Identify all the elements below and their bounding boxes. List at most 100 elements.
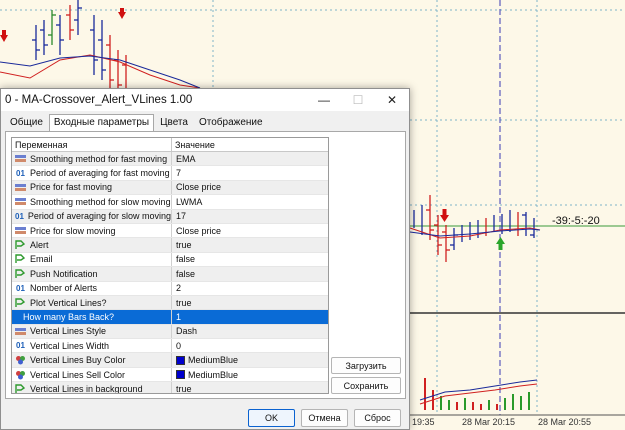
column-header-variable: Переменная	[12, 138, 172, 151]
parameter-row[interactable]: Price for slow moving Close price	[12, 223, 328, 239]
parameter-row[interactable]: Vertical Lines Sell Color MediumBlue	[12, 367, 328, 383]
enum-icon	[15, 326, 26, 336]
time-label: 28 Mar 20:15	[462, 417, 515, 427]
tab-general[interactable]: Общие	[5, 114, 48, 132]
parameter-row[interactable]: Smoothing method for slow moving LWMA	[12, 195, 328, 210]
parameter-row[interactable]: 01 Period of averaging for fast moving 7	[12, 166, 328, 181]
parameter-name: Price for slow moving	[30, 225, 116, 236]
parameter-value: Close price	[176, 225, 222, 236]
boolean-icon	[15, 384, 26, 393]
parameter-name: Smoothing method for fast moving	[30, 153, 168, 164]
parameter-name-cell: Email	[12, 252, 172, 267]
color-swatch	[176, 355, 185, 365]
parameter-name: Smoothing method for slow moving	[30, 196, 171, 207]
parameter-name-cell: Smoothing method for fast moving	[12, 152, 172, 166]
close-icon[interactable]: ✕	[375, 89, 409, 111]
parameter-value-cell[interactable]: EMA	[172, 152, 328, 165]
parameter-row[interactable]: 01 Nomber of Alerts 2	[12, 281, 328, 296]
parameter-name-cell: Smoothing method for slow moving	[12, 195, 172, 209]
parameter-value-cell[interactable]: MediumBlue	[172, 368, 328, 381]
parameter-value-cell[interactable]: Close price	[172, 181, 328, 194]
color-icon	[15, 370, 26, 380]
parameter-name-cell: Price for slow moving	[12, 223, 172, 238]
parameter-row[interactable]: Smoothing method for fast moving EMA	[12, 152, 328, 167]
parameter-name-cell: Vertical Lines in background	[12, 382, 172, 394]
parameter-value-cell[interactable]: false	[172, 267, 328, 280]
enum-icon	[15, 182, 26, 192]
parameter-value-cell[interactable]: Dash	[172, 325, 328, 338]
parameter-row[interactable]: 01 Vertical Lines Width 0	[12, 339, 328, 354]
parameter-row[interactable]: Vertical Lines in background true	[12, 382, 328, 394]
cancel-button[interactable]: Отмена	[301, 409, 348, 427]
tab-inputs[interactable]: Входные параметры	[48, 114, 155, 132]
parameter-name-cell: 01 Vertical Lines Width	[12, 339, 172, 353]
parameter-value-cell[interactable]: Close price	[172, 224, 328, 237]
parameter-row[interactable]: Alert true	[12, 238, 328, 253]
load-button[interactable]: Загрузить	[331, 357, 401, 374]
parameter-name-cell: Alert	[12, 238, 172, 252]
parameter-value: 1	[176, 311, 182, 322]
parameter-value-cell[interactable]: 2	[172, 282, 328, 295]
parameter-value-cell[interactable]: 17	[172, 210, 328, 223]
tab-visualization[interactable]: Отображение	[194, 114, 268, 132]
enum-icon	[15, 197, 26, 207]
dialog-titlebar[interactable]: 0 - MA-Crossover_Alert_VLines 1.00 — ☐ ✕	[1, 89, 409, 111]
parameter-value: Dash	[176, 326, 198, 337]
parameter-value-cell[interactable]: true	[172, 238, 328, 251]
reset-button[interactable]: Сброс	[354, 409, 401, 427]
integer-icon: 01	[16, 341, 25, 351]
parameter-row[interactable]: 01How many Bars Back? 1	[12, 310, 328, 325]
parameter-name: Vertical Lines Sell Color	[30, 369, 126, 380]
parameter-name: Alert	[30, 240, 49, 251]
parameter-row[interactable]: 01 Period of averaging for slow moving 17	[12, 209, 328, 224]
column-header-value: Значение	[175, 140, 215, 150]
parameter-value-cell[interactable]: 1	[172, 310, 328, 323]
parameter-name: Plot Vertical Lines?	[30, 297, 107, 308]
time-label: 19:35	[412, 417, 435, 427]
boolean-icon	[15, 297, 26, 308]
parameter-value-cell[interactable]: true	[172, 382, 328, 393]
parameter-row[interactable]: Vertical Lines Buy Color MediumBlue	[12, 353, 328, 368]
minimize-icon[interactable]: —	[307, 89, 341, 111]
tab-colors[interactable]: Цвета	[155, 114, 193, 132]
parameter-value-cell[interactable]: false	[172, 253, 328, 266]
parameter-name-cell: Vertical Lines Sell Color	[12, 367, 172, 382]
parameter-value: 17	[176, 211, 187, 222]
ok-button[interactable]: OK	[248, 409, 295, 427]
parameter-row[interactable]: Plot Vertical Lines? true	[12, 295, 328, 311]
parameter-value: MediumBlue	[188, 369, 239, 380]
parameter-name: Period of averaging for fast moving	[30, 168, 170, 179]
parameter-value: EMA	[176, 153, 196, 164]
parameter-value-cell[interactable]: 0	[172, 339, 328, 352]
parameter-value: 7	[176, 168, 182, 179]
parameter-name: Push Notification	[30, 268, 98, 279]
parameter-name-cell: Plot Vertical Lines?	[12, 295, 172, 310]
parameter-name: Email	[30, 254, 53, 265]
tab-bar: Общие Входные параметры Цвета Отображени…	[5, 114, 269, 132]
parameter-name-cell: Price for fast moving	[12, 180, 172, 195]
parameter-name: Vertical Lines in background	[30, 383, 143, 394]
parameter-value-cell[interactable]: 7	[172, 166, 328, 179]
parameter-row[interactable]: Vertical Lines Style Dash	[12, 324, 328, 340]
parameter-value: 0	[176, 340, 182, 351]
parameter-name-cell: 01How many Bars Back?	[12, 310, 172, 324]
boolean-icon	[15, 254, 26, 264]
parameter-value-cell[interactable]: true	[172, 296, 328, 309]
parameter-name: Period of averaging for slow moving	[27, 211, 171, 222]
parameter-value: LWMA	[176, 196, 203, 207]
parameter-value: true	[176, 297, 192, 308]
time-label: 28 Mar 20:55	[538, 417, 591, 427]
parameter-row[interactable]: Price for fast moving Close price	[12, 180, 328, 196]
parameter-value-cell[interactable]: MediumBlue	[172, 353, 328, 366]
save-button[interactable]: Сохранить	[331, 377, 401, 394]
parameter-name: How many Bars Back?	[23, 311, 115, 322]
maximize-icon[interactable]: ☐	[341, 89, 375, 111]
parameter-value: Close price	[176, 182, 222, 193]
parameter-value-cell[interactable]: LWMA	[172, 195, 328, 208]
integer-icon: 01	[16, 283, 25, 293]
parameter-value: true	[176, 240, 192, 251]
table-header: Переменная Значение	[12, 138, 328, 152]
parameter-row[interactable]: Email false	[12, 252, 328, 268]
parameter-row[interactable]: Push Notification false	[12, 267, 328, 282]
enum-icon	[15, 154, 26, 164]
